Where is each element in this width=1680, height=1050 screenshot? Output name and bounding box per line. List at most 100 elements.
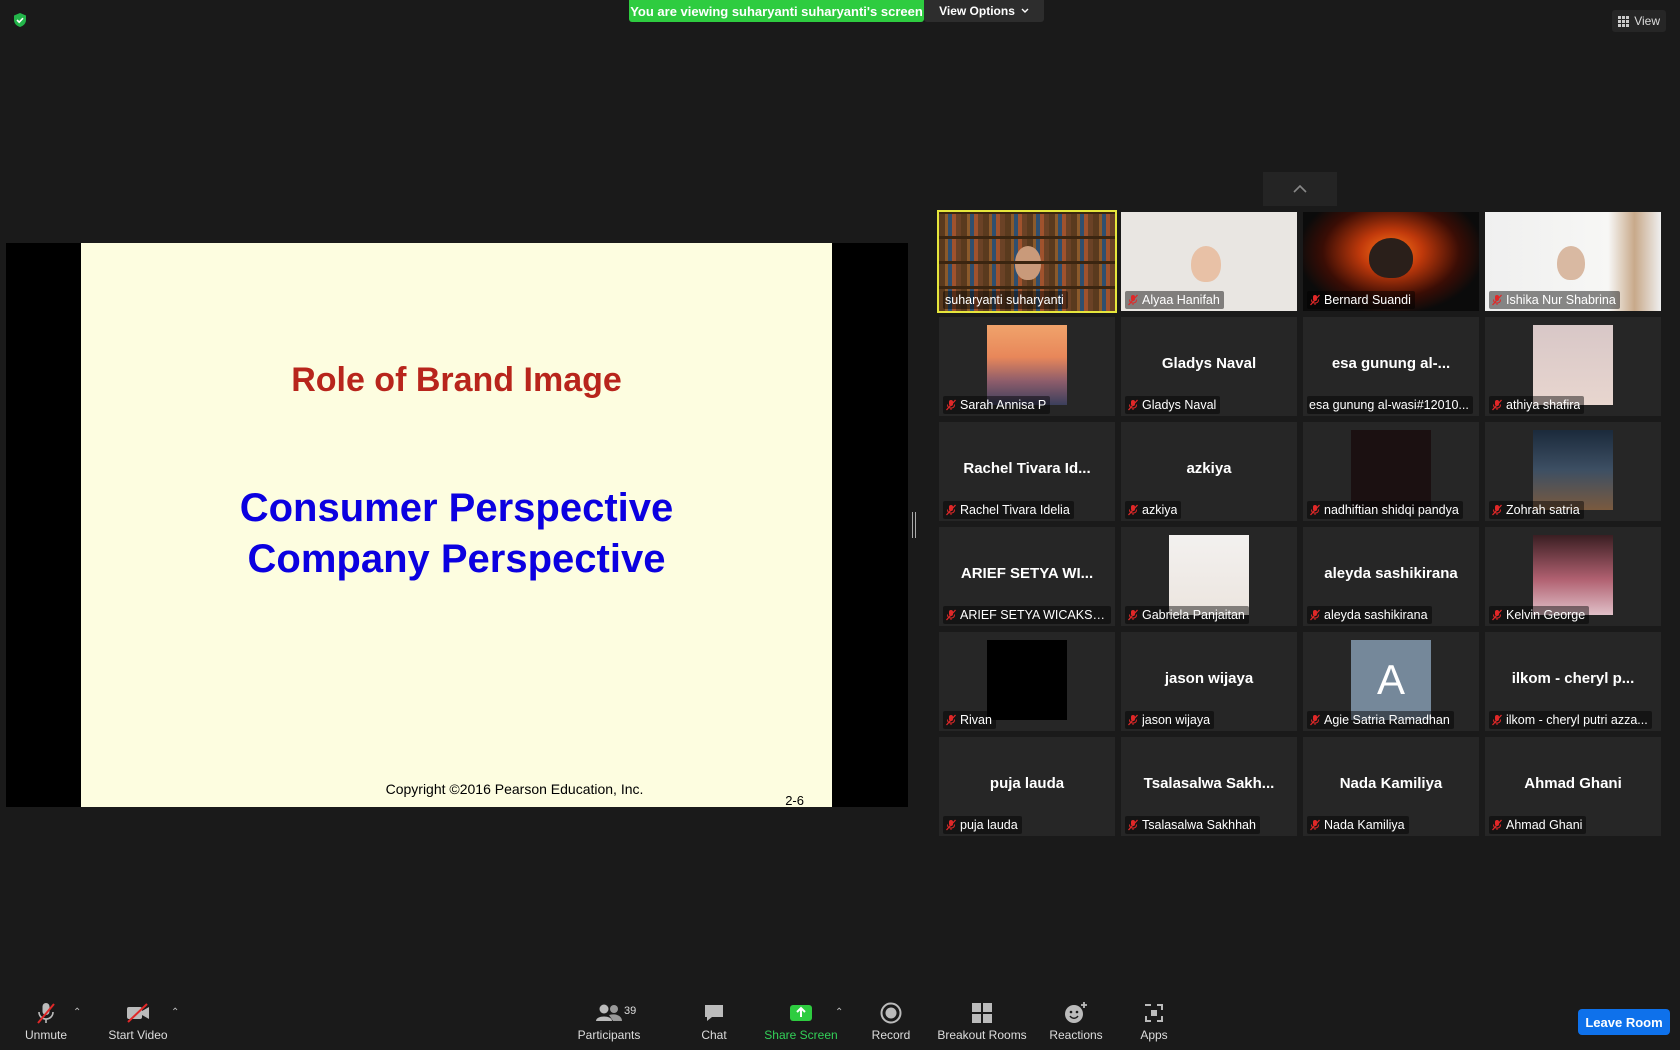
microphone-muted-icon: [1492, 399, 1502, 411]
participant-name: Nada Kamiliya: [1324, 818, 1405, 832]
participant-tile[interactable]: Gabriela Panjaitan: [1121, 527, 1297, 626]
microphone-muted-icon: [1128, 294, 1138, 306]
share-options-caret-icon[interactable]: ⌃: [835, 1007, 843, 1018]
participant-tile[interactable]: Ishika Nur Shabrina: [1485, 212, 1661, 311]
participant-name-label: azkiya: [1125, 501, 1182, 519]
microphone-muted-icon: [1310, 609, 1320, 621]
participant-tile[interactable]: esa gunung al-... esa gunung al-wasi#1201…: [1303, 317, 1479, 416]
zoom-meeting-window: You are viewing suharyanti suharyanti's …: [0, 0, 1680, 1050]
audio-options-caret-icon[interactable]: ⌃: [73, 1007, 81, 1018]
participant-tile[interactable]: aleyda sashikirana aleyda sashikirana: [1303, 527, 1479, 626]
participant-thumbnail: [1533, 535, 1613, 615]
microphone-muted-icon: [946, 714, 956, 726]
participant-name: aleyda sashikirana: [1324, 608, 1428, 622]
participant-name-label: Zohrah satria: [1489, 501, 1584, 519]
shared-screen[interactable]: Role of Brand Image Consumer Perspective…: [6, 243, 908, 808]
microphone-muted-icon: [1310, 819, 1320, 831]
breakout-rooms-label: Breakout Rooms: [937, 1028, 1027, 1042]
participant-name: ilkom - cheryl putri azza...: [1506, 713, 1648, 727]
view-options-button[interactable]: View Options: [924, 0, 1044, 22]
participant-name: Rivan: [960, 713, 992, 727]
participant-name: athiya shafira: [1506, 398, 1581, 412]
participant-tile[interactable]: Zohrah satria: [1485, 422, 1661, 521]
microphone-muted-icon: [1310, 714, 1320, 726]
participant-name: Tsalasalwa Sakhhah: [1142, 818, 1256, 832]
chat-icon: [705, 1005, 723, 1021]
microphone-muted-icon: [1492, 714, 1502, 726]
participant-tile[interactable]: Bernard Suandi: [1303, 212, 1479, 311]
unmute-button[interactable]: Unmute: [20, 999, 72, 1047]
participant-thumbnail: [1351, 430, 1431, 510]
gallery-page-up-button[interactable]: [1263, 172, 1337, 206]
participant-tile[interactable]: Alyaa Hanifah: [1121, 212, 1297, 311]
participant-tile[interactable]: puja lauda puja lauda: [939, 737, 1115, 836]
participant-tile[interactable]: suharyanti suharyanti: [937, 210, 1117, 313]
slide-copyright: Copyright ©2016 Pearson Education, Inc.: [385, 781, 644, 797]
participant-tile[interactable]: athiya shafira: [1485, 317, 1661, 416]
participant-name: Kelvin George: [1506, 608, 1586, 622]
participant-name-label: Kelvin George: [1489, 606, 1590, 624]
participant-tile[interactable]: Nada Kamiliya Nada Kamiliya: [1303, 737, 1479, 836]
participants-label: Participants: [577, 1028, 641, 1042]
participant-display-name: Ahmad Ghani: [1524, 775, 1622, 792]
participant-display-name: ilkom - cheryl p...: [1511, 670, 1635, 687]
participant-name-label: athiya shafira: [1489, 396, 1585, 414]
start-video-button[interactable]: Start Video: [106, 999, 170, 1047]
participant-name-label: Agie Satria Ramadhan: [1307, 711, 1454, 729]
participant-tile[interactable]: Tsalasalwa Sakh... Tsalasalwa Sakhhah: [1121, 737, 1297, 836]
breakout-rooms-button[interactable]: Breakout Rooms: [936, 999, 1028, 1047]
participant-name-label: Sarah Annisa P: [943, 396, 1051, 414]
participant-tile[interactable]: azkiya azkiya: [1121, 422, 1297, 521]
participant-tile[interactable]: Kelvin George: [1485, 527, 1661, 626]
chat-button[interactable]: Chat: [690, 999, 738, 1047]
microphone-muted-icon: [1310, 504, 1320, 516]
video-options-caret-icon[interactable]: ⌃: [171, 1007, 179, 1018]
participant-name: puja lauda: [960, 818, 1018, 832]
microphone-muted-icon: [1492, 294, 1502, 306]
participant-tile[interactable]: Sarah Annisa P: [939, 317, 1115, 416]
reactions-button[interactable]: Reactions: [1045, 999, 1107, 1047]
participant-thumbnail: [987, 640, 1067, 720]
microphone-muted-icon: [1492, 819, 1502, 831]
participant-tile[interactable]: Gladys Naval Gladys Naval: [1121, 317, 1297, 416]
participant-name-label: Tsalasalwa Sakhhah: [1125, 816, 1260, 834]
participant-name: esa gunung al-wasi#12010...: [1309, 398, 1469, 412]
participants-icon: [596, 1004, 622, 1021]
participant-thumbnail: [987, 325, 1067, 405]
participant-name-label: jason wijaya: [1125, 711, 1215, 729]
share-screen-button[interactable]: Share Screen: [763, 999, 839, 1047]
participant-tile[interactable]: ilkom - cheryl p... ilkom - cheryl putri …: [1485, 632, 1661, 731]
participant-tile[interactable]: Rachel Tivara Id... Rachel Tivara Idelia: [939, 422, 1115, 521]
participant-name: Bernard Suandi: [1324, 293, 1411, 307]
participant-name: jason wijaya: [1142, 713, 1211, 727]
slide-body: Consumer Perspective Company Perspective: [81, 483, 832, 585]
participant-tile[interactable]: A Agie Satria Ramadhan: [1303, 632, 1479, 731]
apps-button[interactable]: Apps: [1130, 999, 1178, 1047]
participant-name-label: Gabriela Panjaitan: [1125, 606, 1249, 624]
participant-name: Agie Satria Ramadhan: [1324, 713, 1450, 727]
participant-tile[interactable]: nadhiftian shidqi pandya: [1303, 422, 1479, 521]
participant-thumbnail: [1533, 430, 1613, 510]
slide-number: 2-6: [785, 793, 804, 808]
microphone-muted-icon: [1492, 609, 1502, 621]
security-shield-icon[interactable]: [12, 12, 28, 28]
participant-name: Gabriela Panjaitan: [1142, 608, 1245, 622]
participant-thumbnail: [1533, 325, 1613, 405]
share-screen-label: Share Screen: [764, 1028, 838, 1042]
participant-display-name: puja lauda: [989, 775, 1065, 792]
participant-face: [1557, 246, 1585, 280]
view-layout-button[interactable]: View: [1612, 10, 1666, 32]
participant-tile[interactable]: Rivan: [939, 632, 1115, 731]
split-divider-handle[interactable]: [912, 512, 916, 538]
participant-name-label: esa gunung al-wasi#12010...: [1307, 396, 1473, 414]
presentation-slide: Role of Brand Image Consumer Perspective…: [81, 243, 832, 808]
participant-name-label: Rachel Tivara Idelia: [943, 501, 1074, 519]
leave-room-button[interactable]: Leave Room: [1578, 1009, 1670, 1035]
participant-tile[interactable]: Ahmad Ghani Ahmad Ghani: [1485, 737, 1661, 836]
participant-tile[interactable]: ARIEF SETYA WI... ARIEF SETYA WICAKSANA: [939, 527, 1115, 626]
viewing-screen-banner: You are viewing suharyanti suharyanti's …: [629, 0, 924, 22]
participant-tile[interactable]: jason wijaya jason wijaya: [1121, 632, 1297, 731]
microphone-muted-icon: [1310, 294, 1320, 306]
record-button[interactable]: Record: [866, 999, 916, 1047]
microphone-muted-icon: [946, 609, 956, 621]
